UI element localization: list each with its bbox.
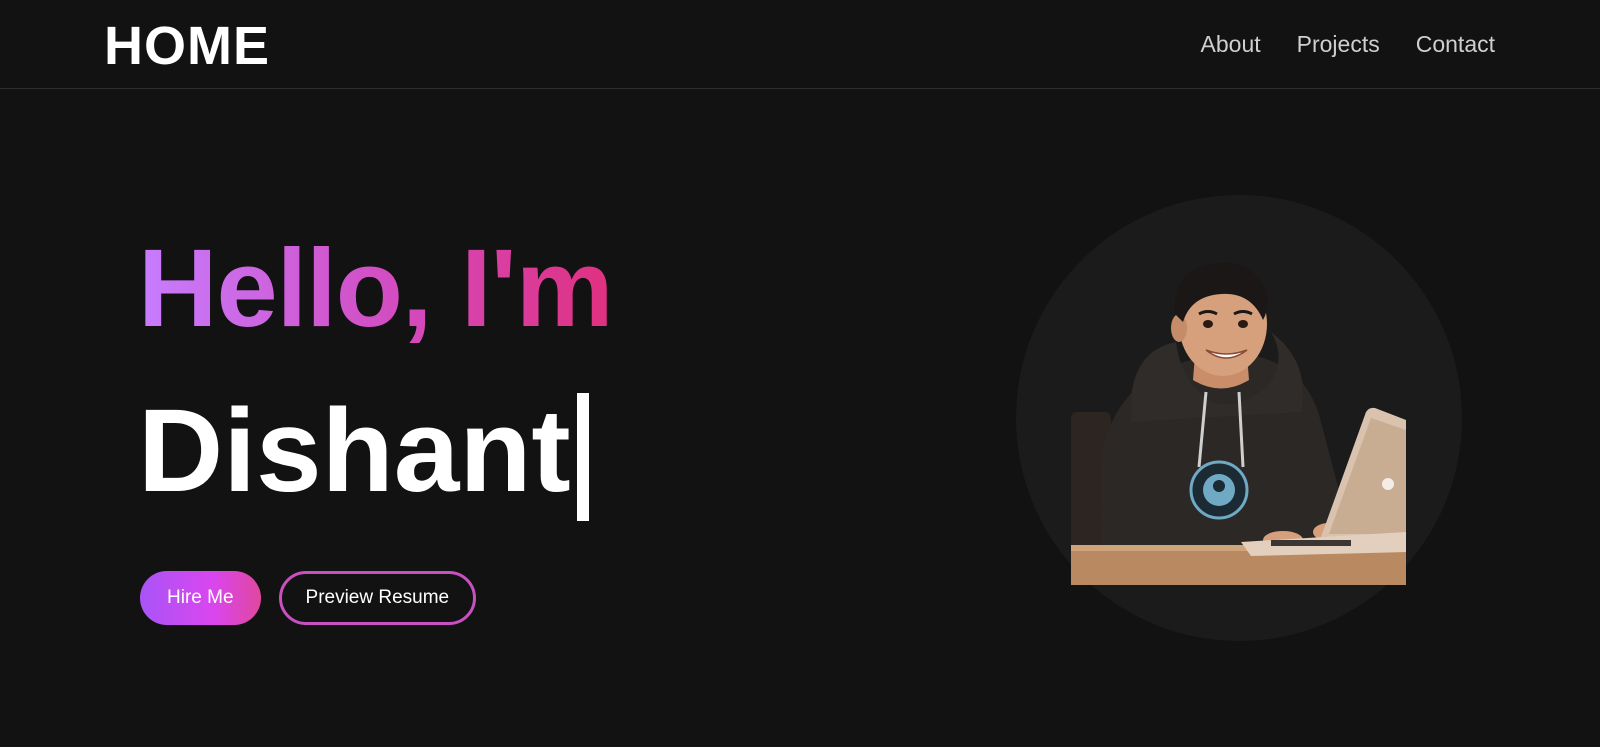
hero-greeting: Hello, I'm [138, 224, 614, 354]
avatar-image [1071, 262, 1406, 585]
preview-resume-button[interactable]: Preview Resume [278, 571, 477, 625]
nav-link-about[interactable]: About [1201, 28, 1261, 60]
nav-links: About Projects Contact [1201, 28, 1495, 60]
navbar: HOME About Projects Contact [0, 0, 1600, 89]
developer-avatar-icon [1071, 262, 1406, 585]
hero-name: Dishant [138, 385, 571, 517]
typing-cursor-icon [576, 393, 589, 521]
nav-link-projects[interactable]: Projects [1297, 28, 1380, 60]
hero-name-line: Dishant [138, 385, 589, 521]
nav-link-contact[interactable]: Contact [1416, 28, 1495, 60]
logo-home[interactable]: HOME [104, 14, 270, 78]
hire-me-button[interactable]: Hire Me [140, 571, 261, 625]
hero-buttons: Hire Me Preview Resume [140, 571, 477, 625]
